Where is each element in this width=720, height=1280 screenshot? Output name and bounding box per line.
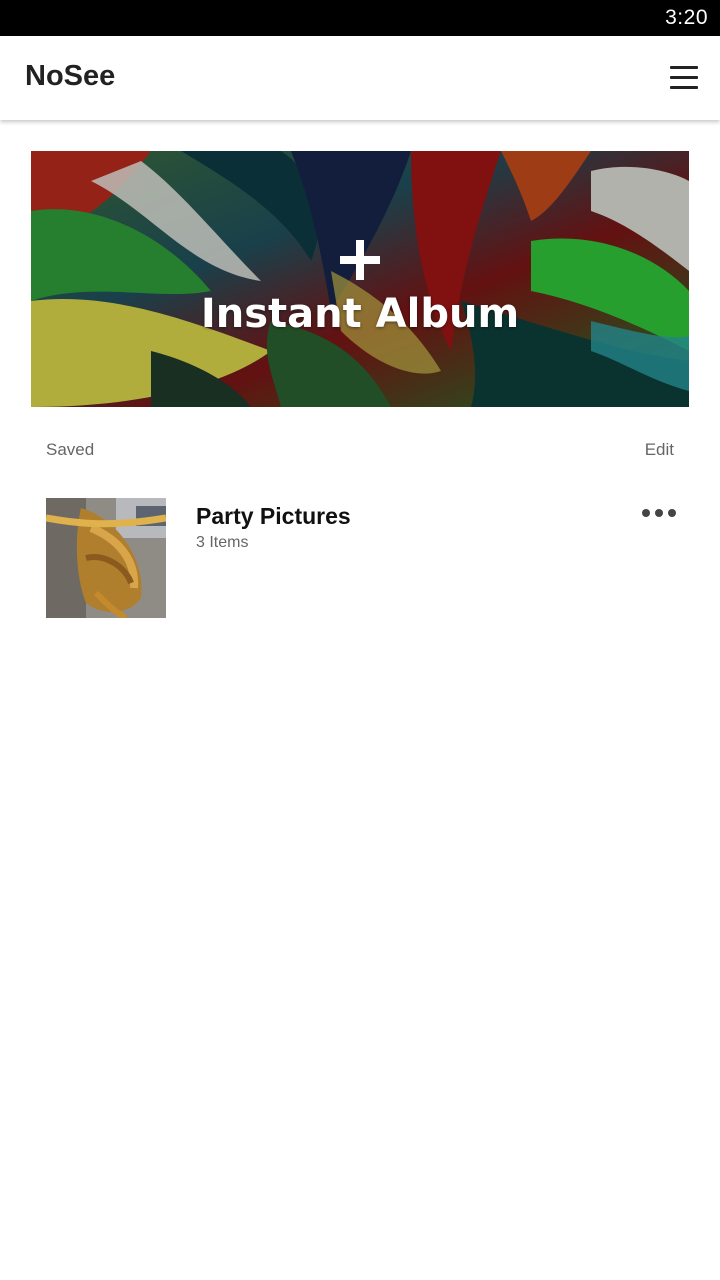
app-bar: NoSee [0,36,720,120]
album-thumbnail [46,498,166,618]
plus-icon [338,238,382,282]
album-list-item[interactable]: Party Pictures 3 Items [46,498,676,618]
more-horizontal-icon[interactable] [642,504,676,522]
status-time: 3:20 [665,6,708,29]
status-bar: 3:20 [0,0,720,36]
instant-album-card[interactable]: Instant Album [31,151,689,407]
album-title: Party Pictures [196,503,351,529]
instant-album-label: Instant Album [200,291,520,337]
album-item-count: 3 Items [196,534,249,551]
hamburger-menu-icon[interactable] [670,66,698,90]
app-title: NoSee [25,60,116,92]
saved-section-label: Saved [46,440,95,459]
edit-button[interactable]: Edit [645,440,674,460]
